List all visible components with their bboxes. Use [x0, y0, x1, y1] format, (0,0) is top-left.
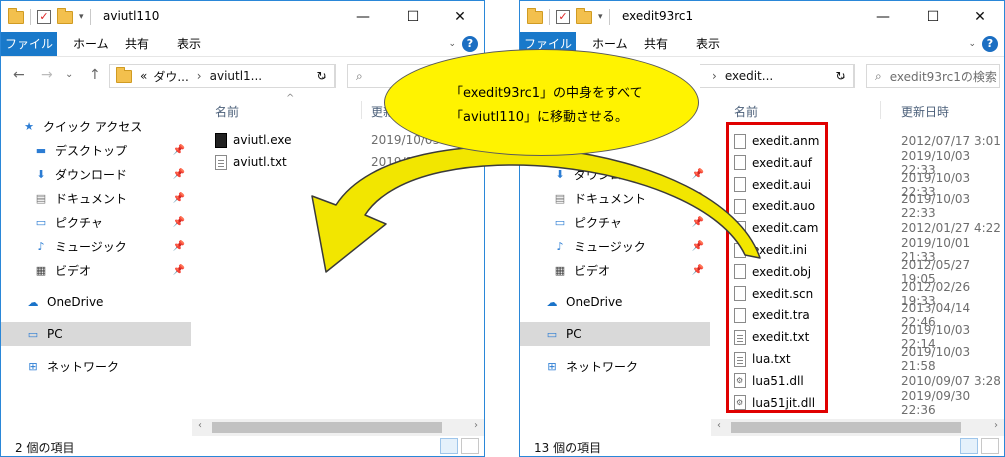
- callout-balloon: 「exedit93rc1」の中身をすべて 「aviutl110」に移動させる。: [384, 49, 699, 156]
- callout-line-1: 「exedit93rc1」の中身をすべて: [450, 86, 643, 101]
- callout-line-2: 「aviutl110」に移動させる。: [450, 110, 629, 125]
- curved-arrow-shape: [311, 145, 761, 273]
